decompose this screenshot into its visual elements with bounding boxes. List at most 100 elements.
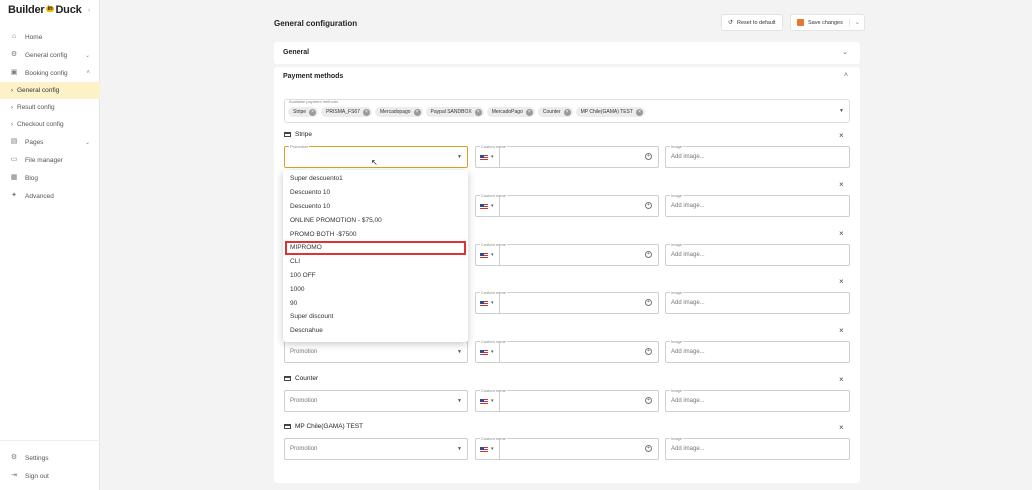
chip: MercadoPago × [486,107,535,117]
us-flag-icon[interactable] [480,253,488,258]
dropdown-arrow-icon[interactable]: ▼ [839,108,844,114]
image-field[interactable]: Image Add image... [665,436,850,460]
remove-chip-icon[interactable]: × [635,108,643,116]
available-payment-methods-select[interactable]: Available payment methods Stripe × PRISMA… [284,99,850,123]
general-panel[interactable]: General ⌄ [274,42,860,64]
custom-name-field[interactable]: Custom name ▾ + [475,242,659,266]
chip-label: PRISMA_FS67 [326,109,360,115]
remove-chip-icon[interactable]: × [525,108,533,116]
sidebar-subitem-result-config[interactable]: › Result config [0,99,100,116]
custom-name-field[interactable]: Custom name ▾ + [475,388,659,412]
promotion-select[interactable]: Promotion ▼ [284,390,468,412]
image-field[interactable]: Image Add image... [665,388,850,412]
promotion-select[interactable]: Promotion ▼ [284,438,468,460]
sidebar-item-blog[interactable]: ▦ Blog [0,169,100,187]
chevron-down-icon[interactable]: ▾ [491,203,494,209]
promotion-option[interactable]: Descuento 10 [283,200,468,214]
sidebar-item-file-manager[interactable]: ▭ File manager [0,151,100,169]
folder-icon: ▭ [10,156,18,163]
chevron-down-icon[interactable]: ▾ [491,398,494,404]
custom-name-field[interactable]: Custom name ▾ + [475,193,659,217]
chevron-down-icon[interactable]: ▾ [491,446,494,452]
chevron-left-icon[interactable]: ‹ [88,7,90,14]
chevron-down-icon[interactable]: ▾ [491,252,494,258]
custom-name-field[interactable]: Custom name ▾ + [475,339,659,363]
remove-method-close-icon[interactable]: × [839,229,844,238]
panel-title: General [283,49,310,56]
add-translation-icon[interactable]: + [645,299,652,306]
image-field[interactable]: Image Add image... [665,144,850,168]
field-label: Promotion [289,144,310,149]
promotion-option[interactable]: Descnahue [283,324,468,338]
remove-method-close-icon[interactable]: × [839,375,844,384]
add-translation-icon[interactable]: + [645,153,652,160]
promotion-select[interactable]: Promotion ▼ [284,341,468,363]
remove-chip-icon[interactable]: × [563,108,571,116]
dropdown-arrow-icon: ▼ [457,349,462,355]
field-label: Custom name [480,290,507,295]
remove-method-close-icon[interactable]: × [839,131,844,140]
promotion-option[interactable]: CLI [283,255,468,269]
chevron-down-icon[interactable]: ▾ [491,154,494,160]
sidebar-item-booking-config[interactable]: ▣ Booking config ˄ [0,64,100,82]
us-flag-icon[interactable] [480,447,488,452]
chevron-down-icon[interactable]: ⌄ [848,19,860,26]
sidebar-item-pages[interactable]: ▤ Pages ⌄ [0,133,100,151]
us-flag-icon[interactable] [480,155,488,160]
image-placeholder: Add image... [671,398,705,404]
add-translation-icon[interactable]: + [645,202,652,209]
promotion-option[interactable]: PROMO BOTH -$7500 [283,227,468,241]
promotion-option[interactable]: MIPROMO [285,240,466,255]
remove-chip-icon[interactable]: × [362,108,370,116]
reset-to-default-button[interactable]: ↺ Reset to default [721,14,783,31]
sidebar-item-sign-out[interactable]: ⇥ Sign out [0,467,100,485]
remove-chip-icon[interactable]: × [309,108,317,116]
sidebar-subitem-general-config[interactable]: › General config [0,82,100,99]
add-translation-icon[interactable]: + [645,251,652,258]
sidebar-item-home[interactable]: ⌂ Home [0,28,100,46]
image-field[interactable]: Image Add image... [665,242,850,266]
image-field[interactable]: Image Add image... [665,193,850,217]
add-translation-icon[interactable]: + [645,397,652,404]
image-field[interactable]: Image Add image... [665,339,850,363]
promotion-option[interactable]: Descuento 10 [283,186,468,200]
remove-method-close-icon[interactable]: × [839,277,844,286]
custom-name-field[interactable]: Custom name ▾ + [475,436,659,460]
chevron-down-icon[interactable]: ▾ [491,349,494,355]
remove-chip-icon[interactable]: × [413,108,421,116]
us-flag-icon[interactable] [480,350,488,355]
reset-label: Reset to default [737,19,776,26]
field-label: Image [670,388,684,393]
remove-method-close-icon[interactable]: × [839,423,844,432]
us-flag-icon[interactable] [480,399,488,404]
promotion-option[interactable]: Super discount [283,310,468,324]
chip: Paypal SANDBOX × [425,107,484,117]
us-flag-icon[interactable] [480,301,488,306]
add-translation-icon[interactable]: + [645,348,652,355]
chevron-up-icon[interactable]: ˄ [844,72,848,79]
save-changes-button[interactable]: Save changes ⌄ [790,14,865,31]
custom-name-field[interactable]: Custom name ▾ + [475,144,659,168]
promotion-option[interactable]: Super descuento1 [283,172,468,186]
promotion-option[interactable]: 100 OFF [283,269,468,283]
custom-name-field[interactable]: Custom name ▾ + [475,290,659,314]
us-flag-icon[interactable] [480,204,488,209]
logo[interactable]: Builder in Duck [8,4,82,16]
sidebar-item-advanced[interactable]: ✦ Advanced [0,187,100,205]
field-label: Custom name [480,242,507,247]
add-translation-icon[interactable]: + [645,445,652,452]
sidebar-subitem-checkout-config[interactable]: › Checkout config [0,116,100,133]
field-label: Image [670,436,684,441]
image-field[interactable]: Image Add image... [665,290,850,314]
remove-chip-icon[interactable]: × [474,108,482,116]
sidebar-item-settings[interactable]: ⚙ Settings [0,449,100,467]
remove-method-close-icon[interactable]: × [839,180,844,189]
chip-label: MercadoPago [491,109,523,115]
promotion-option[interactable]: 1000 [283,282,468,296]
remove-method-close-icon[interactable]: × [839,326,844,335]
chevron-down-icon[interactable]: ▾ [491,300,494,306]
sidebar-item-general-config[interactable]: ⚙ General config ⌄ [0,46,100,64]
chevron-down-icon[interactable]: ⌄ [842,48,848,56]
promotion-option[interactable]: 90 [283,296,468,310]
promotion-option[interactable]: ONLINE PROMOTION - $75,00 [283,213,468,227]
